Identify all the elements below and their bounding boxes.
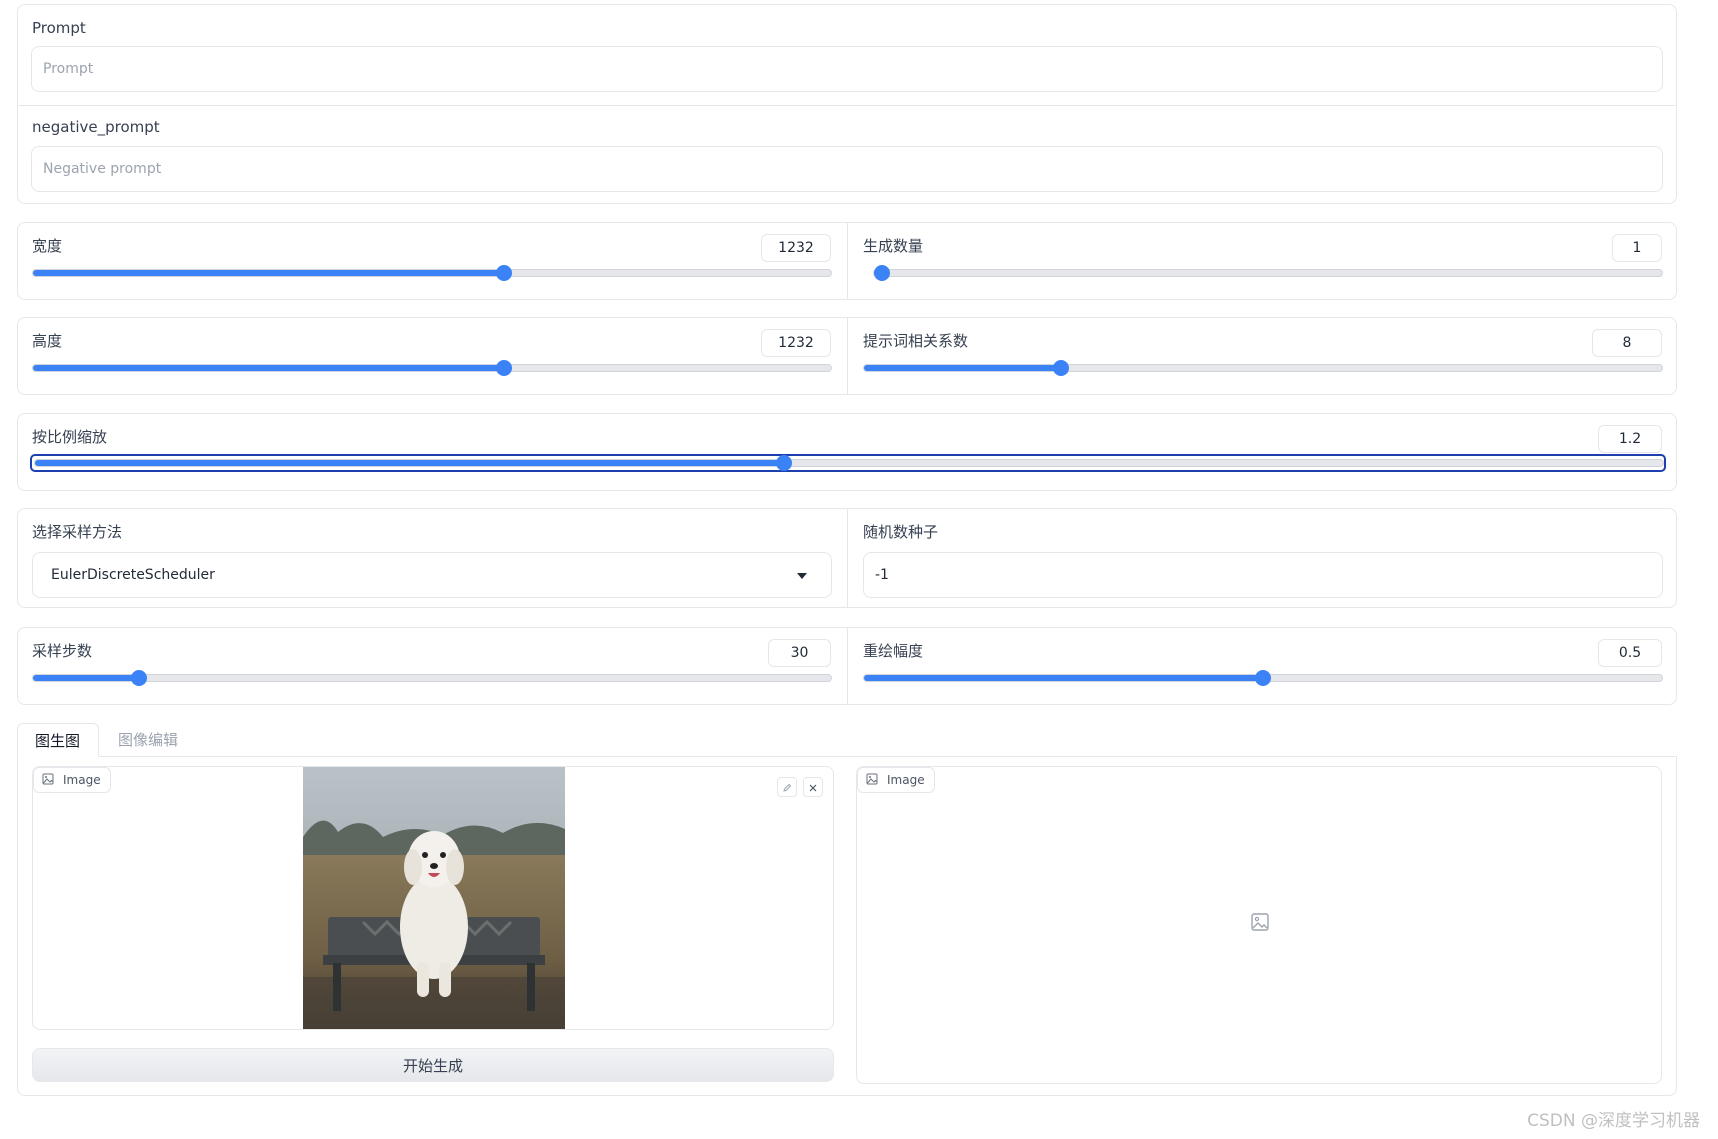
- row-divider: [847, 223, 848, 299]
- scale-slider-thumb[interactable]: [775, 455, 792, 471]
- strength-slider-thumb[interactable]: [1255, 670, 1271, 686]
- pencil-icon: [782, 778, 792, 797]
- width-label: 宽度: [32, 237, 63, 255]
- tab-img2img[interactable]: 图生图: [17, 723, 99, 757]
- strength-value[interactable]: 0.5: [1598, 639, 1662, 667]
- steps-label: 采样步数: [32, 642, 93, 660]
- strength-label: 重绘幅度: [863, 642, 924, 660]
- tab-content: Image 开始生成 Image: [17, 756, 1677, 1096]
- row-divider: [847, 509, 848, 607]
- prompt-label: Prompt: [32, 19, 86, 37]
- num-images-slider-thumb[interactable]: [874, 265, 890, 281]
- guidance-value[interactable]: 8: [1592, 329, 1662, 357]
- num-images-slider[interactable]: [873, 265, 1663, 281]
- prompt-panel: Prompt Prompt negative_prompt Negative p…: [17, 4, 1677, 204]
- tab-img2img-label: 图生图: [35, 732, 81, 750]
- seed-label: 随机数种子: [863, 523, 939, 541]
- row-divider: [847, 628, 848, 704]
- sampler-selected-value: EulerDiscreteScheduler: [51, 567, 215, 583]
- image-icon: [42, 773, 54, 788]
- num-images-label: 生成数量: [863, 237, 924, 255]
- scale-slider[interactable]: [34, 455, 1664, 471]
- steps-slider-fill: [33, 675, 140, 681]
- sampler-label: 选择采样方法: [32, 523, 123, 541]
- width-slider-thumb[interactable]: [495, 265, 512, 281]
- watermark: CSDN @深度学习机器: [1527, 1111, 1700, 1131]
- steps-value[interactable]: 30: [768, 639, 831, 667]
- input-image-panel[interactable]: Image: [32, 766, 834, 1030]
- output-image-panel: Image: [856, 766, 1662, 1084]
- close-icon: [808, 778, 818, 797]
- input-image-label: Image: [63, 773, 101, 787]
- guidance-label: 提示词相关系数: [863, 332, 969, 350]
- image-placeholder-icon: [1250, 912, 1270, 936]
- steps-strength-row: 采样步数 30 重绘幅度 0.5: [17, 627, 1677, 705]
- prompt-separator: [18, 105, 1676, 106]
- height-label: 高度: [32, 332, 63, 350]
- strength-slider[interactable]: [863, 670, 1663, 686]
- height-slider-fill: [33, 365, 504, 371]
- row-divider: [847, 318, 848, 394]
- width-value[interactable]: 1232: [761, 234, 831, 262]
- guidance-slider-fill: [864, 365, 1062, 371]
- tab-image-edit[interactable]: 图像编辑: [118, 729, 178, 750]
- input-image-tag: Image: [33, 767, 111, 793]
- scale-panel: 按比例缩放 1.2: [17, 413, 1677, 491]
- sampler-select[interactable]: EulerDiscreteScheduler: [32, 552, 832, 598]
- sampler-seed-row: 选择采样方法 EulerDiscreteScheduler 随机数种子 -1: [17, 508, 1677, 608]
- generate-button[interactable]: 开始生成: [32, 1048, 834, 1082]
- height-value[interactable]: 1232: [761, 329, 831, 357]
- guidance-slider-thumb[interactable]: [1053, 360, 1070, 376]
- image-icon: [866, 773, 878, 788]
- output-image-tag: Image: [857, 767, 935, 793]
- width-slider[interactable]: [32, 265, 832, 281]
- size-row-2: 高度 1232 提示词相关系数 8: [17, 317, 1677, 395]
- width-slider-fill: [33, 270, 504, 276]
- negative-prompt-input[interactable]: Negative prompt: [31, 146, 1663, 192]
- steps-slider[interactable]: [32, 670, 832, 686]
- steps-slider-thumb[interactable]: [131, 670, 148, 686]
- clear-image-button[interactable]: [803, 777, 823, 797]
- edit-image-button[interactable]: [777, 777, 797, 797]
- guidance-slider[interactable]: [863, 360, 1663, 376]
- prompt-input[interactable]: Prompt: [31, 46, 1663, 92]
- output-image-label: Image: [887, 773, 925, 787]
- chevron-down-icon: [797, 573, 807, 579]
- scale-label: 按比例缩放: [32, 428, 108, 446]
- scale-slider-fill: [35, 460, 784, 466]
- size-row-1: 宽度 1232 生成数量 1: [17, 222, 1677, 300]
- num-images-value[interactable]: 1: [1612, 234, 1662, 262]
- negative-prompt-label: negative_prompt: [32, 118, 160, 136]
- uploaded-dog-image: [303, 767, 565, 1029]
- seed-input[interactable]: -1: [863, 552, 1663, 598]
- height-slider[interactable]: [32, 360, 832, 376]
- height-slider-thumb[interactable]: [495, 360, 512, 376]
- tab-bar: 图生图 图像编辑: [17, 723, 1677, 757]
- scale-value[interactable]: 1.2: [1598, 425, 1662, 453]
- strength-slider-fill: [864, 675, 1263, 681]
